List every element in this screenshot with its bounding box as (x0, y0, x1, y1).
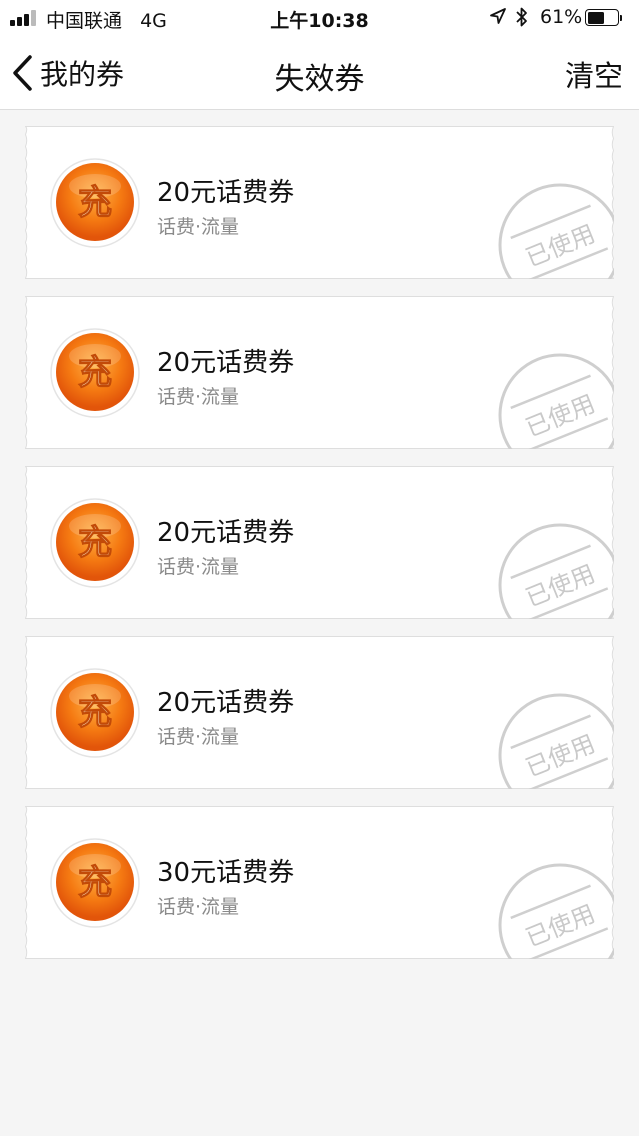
used-stamp: 已使用 (495, 350, 614, 449)
coupon-title: 20元话费券 (157, 178, 295, 208)
coupon-category: 话费·流量 (157, 726, 240, 748)
badge-character: 充 (78, 693, 112, 733)
coupon-category: 话费·流量 (157, 556, 240, 578)
recharge-badge-icon: 充 (50, 838, 140, 928)
used-stamp: 已使用 (495, 690, 614, 789)
coupon-category: 话费·流量 (157, 216, 240, 238)
page-title: 失效券 (274, 62, 365, 97)
battery-icon (585, 9, 622, 26)
used-stamp: 已使用 (495, 180, 614, 279)
badge-character: 充 (78, 183, 112, 223)
coupon-title: 20元话费券 (157, 688, 295, 718)
used-stamp-label: 已使用 (522, 219, 599, 272)
coupon-card[interactable]: 充 20元话费券 话费·流量 已使用 (25, 466, 614, 619)
clear-button[interactable]: 清空 (565, 53, 623, 95)
badge-character: 充 (78, 353, 112, 393)
recharge-badge-icon: 充 (50, 498, 140, 588)
coupon-title: 30元话费券 (157, 858, 295, 888)
coupon-card[interactable]: 充 20元话费券 话费·流量 已使用 (25, 126, 614, 279)
coupon-title: 20元话费券 (157, 518, 295, 548)
coupon-category: 话费·流量 (157, 896, 240, 918)
status-bar: 中国联通 4G 上午10:38 61% (0, 0, 639, 36)
used-stamp: 已使用 (495, 860, 614, 959)
coupon-card[interactable]: 充 30元话费券 话费·流量 已使用 (25, 806, 614, 959)
coupon-title: 20元话费券 (157, 348, 295, 378)
used-stamp-label: 已使用 (522, 729, 599, 782)
recharge-badge-icon: 充 (50, 668, 140, 758)
used-stamp-label: 已使用 (522, 389, 599, 442)
recharge-badge-icon: 充 (50, 158, 140, 248)
used-stamp: 已使用 (495, 520, 614, 619)
location-arrow-icon (490, 8, 506, 24)
coupon-card[interactable]: 充 20元话费券 话费·流量 已使用 (25, 636, 614, 789)
badge-character: 充 (78, 863, 112, 903)
coupon-category: 话费·流量 (157, 386, 240, 408)
nav-bar: 我的券 失效券 清空 (0, 36, 639, 110)
used-stamp-label: 已使用 (522, 899, 599, 952)
used-stamp-label: 已使用 (522, 559, 599, 612)
coupon-card[interactable]: 充 20元话费券 话费·流量 已使用 (25, 296, 614, 449)
recharge-badge-icon: 充 (50, 328, 140, 418)
coupon-list: 充 20元话费券 话费·流量 已使用 充 20元话费券 话费·流量 已使用 充 … (25, 126, 614, 976)
badge-character: 充 (78, 523, 112, 563)
bluetooth-icon (516, 7, 527, 27)
battery-percent: 61% (540, 6, 583, 28)
